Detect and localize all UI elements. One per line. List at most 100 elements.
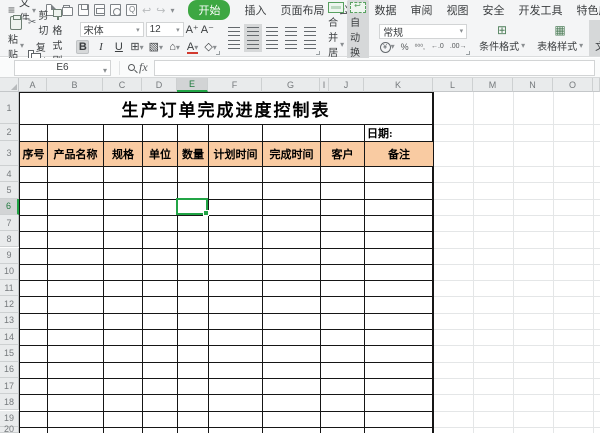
paste-button[interactable]: 粘贴▾ [4, 16, 28, 61]
table-header-数量[interactable]: 数量 [178, 142, 208, 166]
row-header-4[interactable]: 4 [0, 166, 19, 182]
save-icon[interactable] [78, 4, 89, 16]
dialog-launcher-icon[interactable] [466, 51, 470, 55]
column-header-J[interactable]: J [329, 78, 364, 92]
justify-icon[interactable] [285, 40, 297, 49]
doc-assistant-button[interactable]: 文档助手 [589, 20, 600, 56]
grow-font-button[interactable]: A⁺ [186, 23, 199, 36]
column-header-M[interactable]: M [473, 78, 513, 92]
column-header-A[interactable]: A [19, 78, 47, 92]
row-header-10[interactable]: 10 [0, 264, 19, 280]
menu-tab-安全[interactable]: 安全 [482, 2, 504, 18]
undo-icon[interactable]: ↩ [142, 4, 151, 17]
cut-button[interactable]: ✂剪切 [28, 7, 48, 37]
row-header-12[interactable]: 12 [0, 296, 19, 312]
menu-tab-数据[interactable]: 数据 [374, 2, 396, 18]
align-top-icon[interactable] [228, 27, 240, 36]
table-title-cell[interactable]: 生产订单完成进度控制表 [19, 92, 433, 124]
menu-tab-视图[interactable]: 视图 [446, 2, 468, 18]
row-header-8[interactable]: 8 [0, 231, 19, 247]
column-header-N[interactable]: N [513, 78, 553, 92]
column-header-G[interactable]: G [262, 78, 320, 92]
table-header-计划时间[interactable]: 计划时间 [209, 142, 262, 166]
zoom-formula-icon[interactable] [128, 64, 135, 71]
thousands-button[interactable]: ⁰⁰⁰, [415, 43, 425, 51]
selected-cell-E6[interactable] [176, 198, 208, 215]
row-header-2[interactable]: 2 [0, 124, 19, 141]
column-header-O[interactable]: O [553, 78, 593, 92]
row-header-20[interactable]: 20 [0, 427, 19, 433]
align-right-icon[interactable] [266, 40, 278, 49]
row-header-5[interactable]: 5 [0, 182, 19, 198]
column-header-clipped[interactable] [593, 78, 600, 92]
conditional-format-button[interactable]: ⊞ 条件格式▾ [473, 20, 531, 56]
name-box[interactable]: E6 ▾ [14, 60, 111, 76]
font-size-select[interactable]: 12▾ [146, 22, 184, 37]
row-header-13[interactable]: 13 [0, 313, 19, 329]
table-header-单位[interactable]: 单位 [143, 142, 177, 166]
align-center-icon[interactable] [247, 40, 259, 49]
bold-button[interactable]: B [76, 40, 89, 54]
percent-button[interactable]: % [401, 42, 409, 52]
increase-indent-icon[interactable] [304, 27, 316, 36]
row-header-11[interactable]: 11 [0, 280, 19, 296]
row-header-1[interactable]: 1 [0, 92, 19, 124]
dialog-launcher-icon[interactable] [316, 51, 320, 55]
print-icon[interactable] [94, 4, 105, 16]
table-header-序号[interactable]: 序号 [20, 142, 47, 166]
table-style-button[interactable]: ▦ 表格样式▾ [531, 20, 589, 56]
fill-color-button[interactable]: ⌂▾ [168, 41, 181, 53]
select-all-corner[interactable] [0, 78, 19, 92]
dialog-launcher-icon[interactable] [216, 51, 220, 55]
align-bottom-icon[interactable] [266, 27, 278, 36]
row-header-14[interactable]: 14 [0, 329, 19, 345]
customize-toolbar-icon[interactable]: ▾ [170, 6, 174, 15]
row-header-9[interactable]: 9 [0, 248, 19, 264]
italic-button[interactable]: I [94, 41, 107, 53]
underline-button[interactable]: U [112, 41, 125, 53]
insert-function-button[interactable]: fx [139, 60, 148, 75]
row-header-6[interactable]: 6 [0, 199, 19, 215]
row-header-16[interactable]: 16 [0, 362, 19, 378]
font-name-select[interactable]: 宋体▾ [80, 22, 144, 37]
decrease-decimal-button[interactable]: .00→ [450, 43, 467, 50]
menu-tab-页面布局[interactable]: 页面布局 [280, 2, 324, 18]
number-format-select[interactable]: 常规▾ [379, 24, 467, 39]
menu-tab-插入[interactable]: 插入 [244, 2, 266, 18]
row-header-7[interactable]: 7 [0, 215, 19, 231]
currency-button[interactable]: ¥▾ [380, 41, 395, 53]
column-header-L[interactable]: L [433, 78, 473, 92]
spreadsheet-grid[interactable]: ABCDEFGIJKLMNO12345678910111213141516171… [0, 78, 600, 433]
borders-button[interactable]: ⊞▾ [130, 40, 143, 53]
table-header-完成时间[interactable]: 完成时间 [263, 142, 320, 166]
align-left-icon[interactable] [228, 40, 240, 49]
redo-icon[interactable]: ↪ [156, 4, 165, 17]
row-header-18[interactable]: 18 [0, 394, 19, 410]
menu-tab-开始[interactable]: 开始 [188, 0, 230, 20]
column-header-B[interactable]: B [47, 78, 103, 92]
increase-decimal-button[interactable]: ←.0 [431, 43, 444, 50]
column-header-F[interactable]: F [208, 78, 262, 92]
shrink-font-button[interactable]: A⁻ [201, 23, 214, 36]
column-header-D[interactable]: D [142, 78, 177, 92]
decrease-indent-icon[interactable] [285, 27, 297, 36]
export-pdf-icon[interactable] [126, 4, 137, 16]
font-color-button[interactable]: A▾ [186, 41, 199, 53]
menu-tab-审阅[interactable]: 审阅 [410, 2, 432, 18]
formula-input[interactable] [154, 60, 595, 76]
align-middle-icon[interactable] [247, 27, 259, 36]
column-header-C[interactable]: C [103, 78, 142, 92]
table-header-备注[interactable]: 备注 [365, 142, 433, 166]
menu-tab-开发工具[interactable]: 开发工具 [518, 2, 562, 18]
print-preview-icon[interactable] [110, 4, 121, 16]
column-header-K[interactable]: K [364, 78, 433, 92]
table-header-客户[interactable]: 客户 [321, 142, 364, 166]
column-header-E[interactable]: E [177, 78, 208, 92]
column-header-I[interactable]: I [320, 78, 329, 92]
distributed-icon[interactable] [304, 40, 316, 49]
draw-border-button[interactable]: ▧▾ [149, 40, 163, 53]
row-header-15[interactable]: 15 [0, 345, 19, 361]
row-header-17[interactable]: 17 [0, 378, 19, 394]
menu-tab-特色应用[interactable]: 特色应用 [576, 2, 600, 18]
table-header-规格[interactable]: 规格 [104, 142, 142, 166]
